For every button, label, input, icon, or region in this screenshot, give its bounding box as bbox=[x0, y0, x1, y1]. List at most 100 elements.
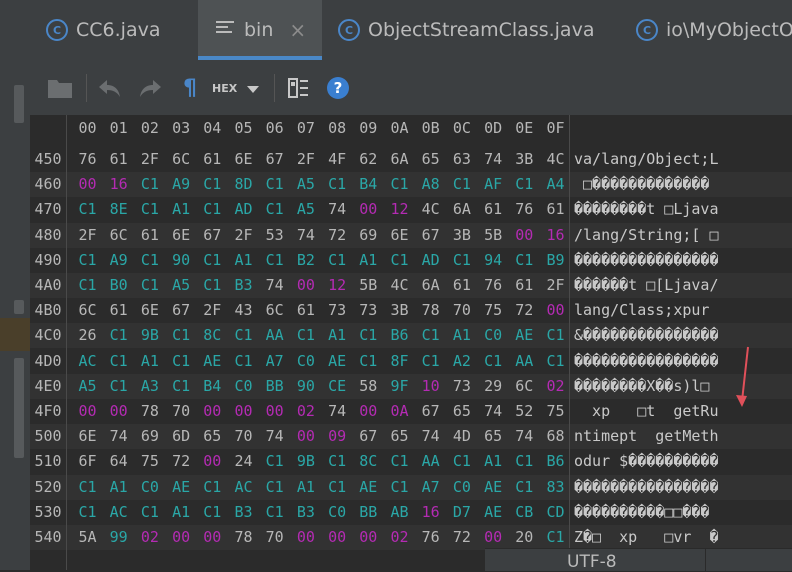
ascii-column-text[interactable]: ��������X��s)l□ bbox=[574, 374, 709, 399]
hex-byte[interactable]: 12 bbox=[322, 273, 353, 298]
hex-byte[interactable]: 8F bbox=[384, 349, 415, 374]
hex-byte[interactable]: 72 bbox=[322, 223, 353, 248]
hex-byte[interactable]: B9 bbox=[540, 248, 571, 273]
hex-byte[interactable]: CB bbox=[509, 500, 540, 525]
hex-byte[interactable]: C1 bbox=[322, 248, 353, 273]
hex-byte[interactable]: 72 bbox=[446, 525, 477, 550]
hex-row[interactable]: 480 2F 6C 61 6E 67 2F 53 74 72 69 6E 67 3B 5B 00 16/lang… bbox=[30, 222, 792, 248]
hex-row[interactable]: 470 C1 8E C1 A1 C1 AD C1 A5 74 00 12 4C 6A 61 76 61 �����… bbox=[30, 197, 792, 222]
hex-byte[interactable]: A9 bbox=[166, 172, 197, 197]
hex-byte[interactable]: C1 bbox=[353, 323, 384, 348]
hex-byte[interactable]: 61 bbox=[540, 197, 571, 222]
hex-byte[interactable]: C1 bbox=[228, 323, 259, 348]
hex-byte[interactable]: 00 bbox=[353, 399, 384, 424]
hex-byte[interactable]: A1 bbox=[478, 449, 509, 474]
hex-byte[interactable]: 6E bbox=[134, 298, 165, 323]
hex-byte[interactable]: 00 bbox=[72, 172, 103, 197]
hex-byte[interactable]: BB bbox=[259, 374, 290, 399]
hex-byte[interactable]: 6C bbox=[72, 298, 103, 323]
hex-byte[interactable]: 6D bbox=[166, 424, 197, 449]
hex-byte[interactable]: A1 bbox=[446, 323, 477, 348]
hex-byte[interactable]: 5A bbox=[72, 525, 103, 550]
hex-byte[interactable]: A2 bbox=[446, 349, 477, 374]
hex-byte[interactable]: C1 bbox=[322, 449, 353, 474]
hex-byte[interactable]: 09 bbox=[322, 424, 353, 449]
hex-byte[interactable]: 61 bbox=[478, 197, 509, 222]
hex-byte[interactable]: C1 bbox=[259, 449, 290, 474]
hex-byte[interactable]: 00 bbox=[197, 525, 228, 550]
hex-byte[interactable]: 69 bbox=[134, 424, 165, 449]
hex-row[interactable]: 500 6E 74 69 6D 65 70 74 00 09 67 65 74 4D 65 74 68 ntime… bbox=[30, 424, 792, 450]
hex-byte[interactable]: AA bbox=[415, 449, 446, 474]
hex-byte[interactable]: 00 bbox=[478, 525, 509, 550]
hex-byte[interactable]: 4C bbox=[415, 197, 446, 222]
hex-byte[interactable]: 00 bbox=[509, 223, 540, 248]
hex-byte[interactable]: C1 bbox=[72, 197, 103, 222]
hex-byte[interactable]: 3B bbox=[384, 298, 415, 323]
hex-byte[interactable]: C1 bbox=[134, 197, 165, 222]
hex-byte[interactable]: 6A bbox=[384, 147, 415, 172]
hex-byte[interactable]: 10 bbox=[415, 374, 446, 399]
hex-byte[interactable]: 2F bbox=[228, 223, 259, 248]
hex-byte[interactable]: 6E bbox=[166, 223, 197, 248]
hex-byte[interactable]: 78 bbox=[134, 399, 165, 424]
hex-byte[interactable]: 4D bbox=[446, 424, 477, 449]
hex-byte[interactable]: 6C bbox=[166, 147, 197, 172]
hex-byte[interactable]: 12 bbox=[384, 197, 415, 222]
hex-byte[interactable]: C1 bbox=[540, 349, 571, 374]
hex-byte[interactable]: AD bbox=[228, 197, 259, 222]
hex-byte[interactable]: A1 bbox=[353, 248, 384, 273]
hex-byte[interactable]: 0A bbox=[384, 399, 415, 424]
hex-byte[interactable]: A1 bbox=[290, 475, 321, 500]
hex-byte[interactable]: 9B bbox=[290, 449, 321, 474]
ascii-column-text[interactable]: Z�□ xp □vr � bbox=[574, 525, 719, 550]
hex-byte[interactable]: 02 bbox=[540, 374, 571, 399]
hex-byte[interactable]: 74 bbox=[322, 197, 353, 222]
hex-byte[interactable]: CE bbox=[322, 374, 353, 399]
hex-byte[interactable]: 64 bbox=[103, 449, 134, 474]
hex-byte[interactable]: 20 bbox=[509, 525, 540, 550]
hex-byte[interactable]: 73 bbox=[446, 374, 477, 399]
hex-byte[interactable]: C1 bbox=[384, 475, 415, 500]
hex-byte[interactable]: 2F bbox=[72, 223, 103, 248]
hex-byte[interactable]: 16 bbox=[415, 500, 446, 525]
hex-byte[interactable]: AA bbox=[259, 323, 290, 348]
hex-byte[interactable]: 74 bbox=[478, 399, 509, 424]
hex-byte[interactable]: 74 bbox=[322, 399, 353, 424]
hex-byte[interactable]: C1 bbox=[259, 248, 290, 273]
hex-row[interactable]: 490 C1 A9 C1 90 C1 A1 C1 B2 C1 A1 C1 AD C1 94 C1 B9 �����… bbox=[30, 248, 792, 273]
hex-byte[interactable]: AE bbox=[166, 475, 197, 500]
hex-byte[interactable]: 02 bbox=[134, 525, 165, 550]
hex-byte[interactable]: 00 bbox=[540, 298, 571, 323]
hex-byte[interactable]: 29 bbox=[478, 374, 509, 399]
hex-byte[interactable]: 26 bbox=[72, 323, 103, 348]
hex-mode-dropdown[interactable]: HEX bbox=[212, 74, 272, 102]
hex-row[interactable]: 4B0 6C 61 6E 67 2F 43 6C 61 73 73 3B 78 70 75 72 00 lang/… bbox=[30, 298, 792, 323]
hex-byte[interactable]: C1 bbox=[353, 349, 384, 374]
hex-byte[interactable]: 65 bbox=[384, 424, 415, 449]
hex-byte[interactable]: 72 bbox=[166, 449, 197, 474]
hex-byte[interactable]: C1 bbox=[259, 172, 290, 197]
hex-byte[interactable]: 4F bbox=[322, 147, 353, 172]
hex-byte[interactable]: AC bbox=[228, 475, 259, 500]
hex-byte[interactable]: 00 bbox=[290, 273, 321, 298]
hex-row[interactable]: 4D0 AC C1 A1 C1 AE C1 A7 C0 AE C1 8F C1 A2 C1 AA C1 �����… bbox=[30, 349, 792, 374]
hex-byte[interactable]: 63 bbox=[446, 147, 477, 172]
hex-byte[interactable]: 58 bbox=[353, 374, 384, 399]
hex-byte[interactable]: 67 bbox=[415, 399, 446, 424]
hex-byte[interactable]: 5B bbox=[353, 273, 384, 298]
hex-byte[interactable]: 00 bbox=[353, 197, 384, 222]
hex-byte[interactable]: 76 bbox=[415, 525, 446, 550]
hex-byte[interactable]: A5 bbox=[72, 374, 103, 399]
hex-byte[interactable]: B6 bbox=[384, 323, 415, 348]
hex-byte[interactable]: A4 bbox=[540, 172, 571, 197]
hex-byte[interactable]: BB bbox=[353, 500, 384, 525]
hex-byte[interactable]: 75 bbox=[540, 399, 571, 424]
hex-byte[interactable]: 24 bbox=[228, 449, 259, 474]
tab-objectstreamclass-java[interactable]: C ObjectStreamClass.java bbox=[338, 0, 594, 60]
hex-byte[interactable]: 75 bbox=[134, 449, 165, 474]
hex-byte[interactable]: C1 bbox=[134, 172, 165, 197]
hex-byte[interactable]: 2F bbox=[197, 298, 228, 323]
hex-byte[interactable]: AD bbox=[415, 248, 446, 273]
hex-byte[interactable]: C1 bbox=[197, 273, 228, 298]
